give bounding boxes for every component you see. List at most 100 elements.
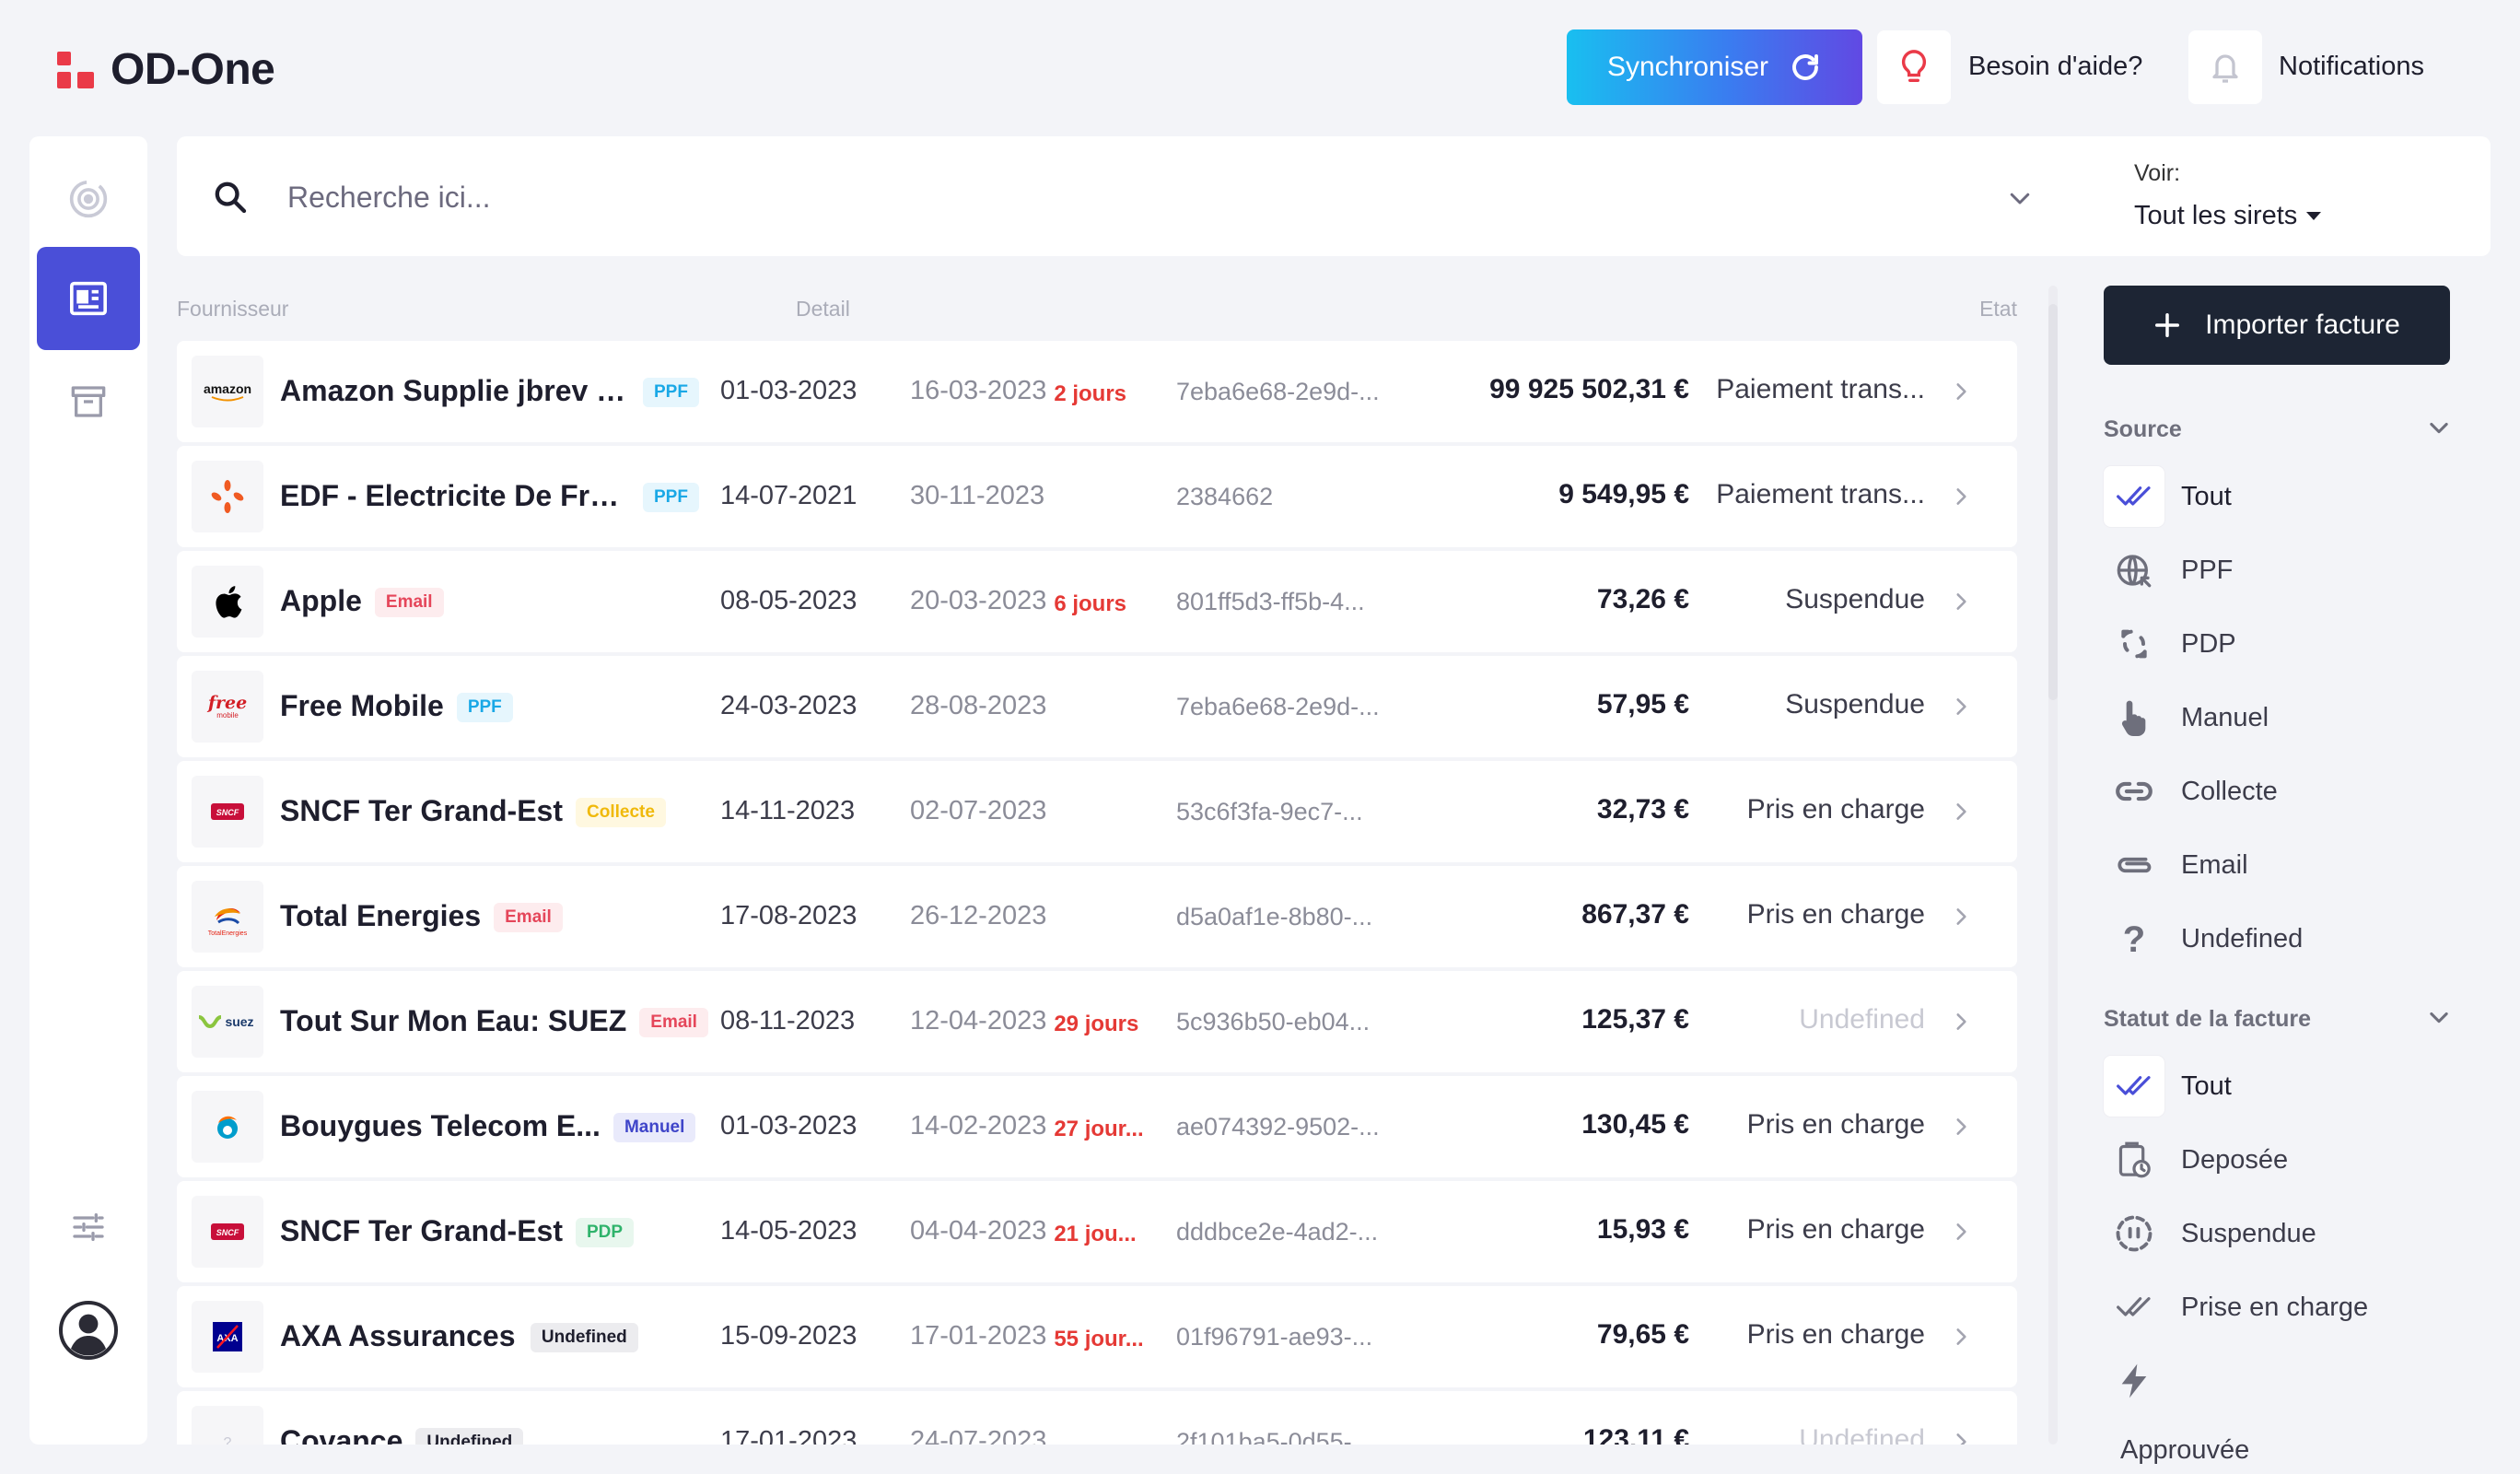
invoice-amount: 57,95 € (1596, 689, 1689, 719)
filter-clipboard-clock-1[interactable]: Deposée (2104, 1129, 2454, 1190)
filter-double-check-0[interactable]: Tout (2104, 466, 2454, 527)
chevron-right-icon[interactable] (1949, 380, 1973, 404)
app-logo[interactable]: OD-One (57, 44, 275, 95)
table-row[interactable]: AXA AXA Assurances Undefined 15-09-2023 … (177, 1286, 2017, 1387)
archive-icon (71, 386, 106, 417)
nav-invoices[interactable] (37, 247, 140, 350)
filter-sync-2[interactable]: PDP (2104, 614, 2454, 674)
table-row[interactable]: amazon Amazon Supplie jbrev g... PPF 01-… (177, 341, 2017, 442)
invoice-status: Undefined (1799, 1004, 1925, 1035)
chevron-down-icon[interactable] (2426, 1004, 2452, 1030)
table-row[interactable]: SNCF SNCF Ter Grand-Est PDP 14-05-2023 0… (177, 1181, 2017, 1282)
plus-icon (2155, 313, 2180, 337)
invoice-amount: 123,11 € (1582, 1424, 1689, 1445)
due-date: 28-08-2023 (910, 691, 1047, 720)
source-badge: Email (494, 903, 563, 932)
invoice-date: 14-07-2021 (720, 481, 858, 510)
invoice-amount: 79,65 € (1596, 1319, 1689, 1350)
invoice-date: 01-03-2023 (720, 1111, 858, 1141)
table-row[interactable]: Bouygues Telecom E... Manuel 01-03-2023 … (177, 1076, 2017, 1177)
filter-label: Suspendue (2181, 1218, 2316, 1248)
filter-question-6[interactable]: ? Undefined (2104, 908, 2454, 969)
table-header: Fournisseur Detail Etat (177, 297, 2017, 324)
svg-text:free: free (206, 693, 247, 713)
chevron-right-icon[interactable] (1949, 905, 1973, 929)
sync-button[interactable]: Synchroniser (1567, 29, 1862, 105)
chevron-down-icon[interactable] (2426, 415, 2452, 440)
chevron-right-icon[interactable] (1949, 1430, 1973, 1445)
table-row[interactable]: Apple Email 08-05-2023 20-03-2023 6 jour… (177, 551, 2017, 652)
filter-bolt-4[interactable]: Approuvée partiellement (2104, 1351, 2454, 1465)
chevron-right-icon[interactable] (1949, 590, 1973, 614)
filter-label: Approuvée partiellement (2120, 1435, 2250, 1465)
chevron-right-icon[interactable] (1949, 800, 1973, 824)
notifications-link[interactable]: Notifications (2279, 52, 2424, 82)
scrollbar[interactable] (2048, 286, 2058, 1445)
help-icon-button[interactable] (1877, 30, 1951, 104)
overdue-days: 55 jour... (1054, 1327, 1144, 1351)
search-icon (215, 181, 247, 214)
nav-dashboard[interactable] (37, 147, 140, 251)
source-badge: Email (639, 1008, 708, 1037)
due-date: 26-12-2023 (910, 901, 1047, 930)
nav-settings[interactable] (37, 1176, 140, 1279)
search-input[interactable] (287, 171, 1208, 223)
chevron-right-icon[interactable] (1949, 485, 1973, 509)
source-section-title[interactable]: Source (2104, 416, 2182, 443)
col-header-fournisseur[interactable]: Fournisseur (177, 297, 288, 322)
source-badge: PDP (576, 1218, 635, 1247)
nav-archive[interactable] (37, 350, 140, 453)
status-section-title[interactable]: Statut de la facture (2104, 1006, 2311, 1033)
filter-pause-circle-2[interactable]: Suspendue (2104, 1203, 2454, 1264)
notifications-icon-button[interactable] (2188, 30, 2262, 104)
chevron-right-icon[interactable] (1949, 1325, 1973, 1349)
siret-selector[interactable]: Tout les sirets (2134, 201, 2322, 231)
supplier-name: SNCF Ter Grand-Est (280, 1214, 563, 1247)
col-header-detail[interactable]: Detail (796, 297, 850, 322)
nav-profile[interactable] (37, 1279, 140, 1382)
invoice-amount: 32,73 € (1596, 794, 1689, 825)
chevron-right-icon[interactable] (1949, 1220, 1973, 1244)
chevron-down-icon[interactable] (2006, 184, 2034, 212)
scrollbar-thumb[interactable] (2048, 304, 2058, 700)
chevron-right-icon[interactable] (1949, 1115, 1973, 1139)
chevron-right-icon[interactable] (1949, 1010, 1973, 1034)
table-row[interactable]: TotalEnergies Total Energies Email 17-08… (177, 866, 2017, 967)
table-row[interactable]: ? Covance Undefined 17-01-2023 24-07-202… (177, 1391, 2017, 1445)
filter-hand-pointer-3[interactable]: Manuel (2104, 687, 2454, 748)
supplier-name: SNCF Ter Grand-Est (280, 794, 563, 827)
invoice-date: 17-08-2023 (720, 901, 858, 930)
filter-label: Prise en charge (2181, 1292, 2369, 1322)
table-row[interactable]: free mobile Free Mobile PPF 24-03-2023 28… (177, 656, 2017, 757)
filter-paperclip-5[interactable]: Email (2104, 835, 2454, 895)
top-bar: OD-One Synchroniser Besoin d'aide? Notif… (0, 0, 2520, 136)
overdue-days: 27 jour... (1054, 1117, 1144, 1141)
table-row[interactable]: EDF - Electricite De Fra... PPF 14-07-20… (177, 446, 2017, 547)
help-link[interactable]: Besoin d'aide? (1968, 52, 2142, 82)
invoice-date: 01-03-2023 (720, 376, 858, 405)
col-header-etat[interactable]: Etat (1979, 297, 2017, 322)
overdue-days: 29 jours (1054, 1012, 1139, 1036)
supplier-name: Apple (280, 584, 362, 617)
chevron-right-icon[interactable] (1949, 695, 1973, 719)
svg-text:TotalEnergies: TotalEnergies (208, 930, 248, 937)
supplier-name: Free Mobile (280, 689, 444, 722)
invoice-amount: 15,93 € (1596, 1214, 1689, 1245)
invoice-amount: 73,26 € (1596, 584, 1689, 614)
table-row[interactable]: suez Tout Sur Mon Eau: SUEZ Email 08-11-… (177, 971, 2017, 1072)
filter-double-check-0[interactable]: Tout (2104, 1056, 2454, 1117)
table-row[interactable]: SNCF SNCF Ter Grand-Est Collecte 14-11-2… (177, 761, 2017, 862)
supplier-name: AXA Assurances (280, 1319, 516, 1352)
invoice-date: 24-03-2023 (720, 691, 858, 720)
question-icon: ? (2104, 908, 2164, 969)
svg-text:?: ? (2123, 920, 2145, 957)
invoice-reference: 2384662 (1176, 483, 1274, 510)
due-date: 20-03-2023 (910, 586, 1047, 615)
filter-globe-1[interactable]: PPF (2104, 540, 2454, 601)
filter-double-check-3[interactable]: Prise en charge (2104, 1277, 2454, 1338)
invoice-status: Paiement trans... (1716, 374, 1925, 404)
filter-link-4[interactable]: Collecte (2104, 761, 2454, 822)
invoice-reference: 2f101ba5-0d55-... (1176, 1428, 1373, 1445)
invoice-list: amazon Amazon Supplie jbrev g... PPF 01-… (177, 341, 2019, 1445)
import-invoice-button[interactable]: Importer facture (2104, 286, 2450, 365)
